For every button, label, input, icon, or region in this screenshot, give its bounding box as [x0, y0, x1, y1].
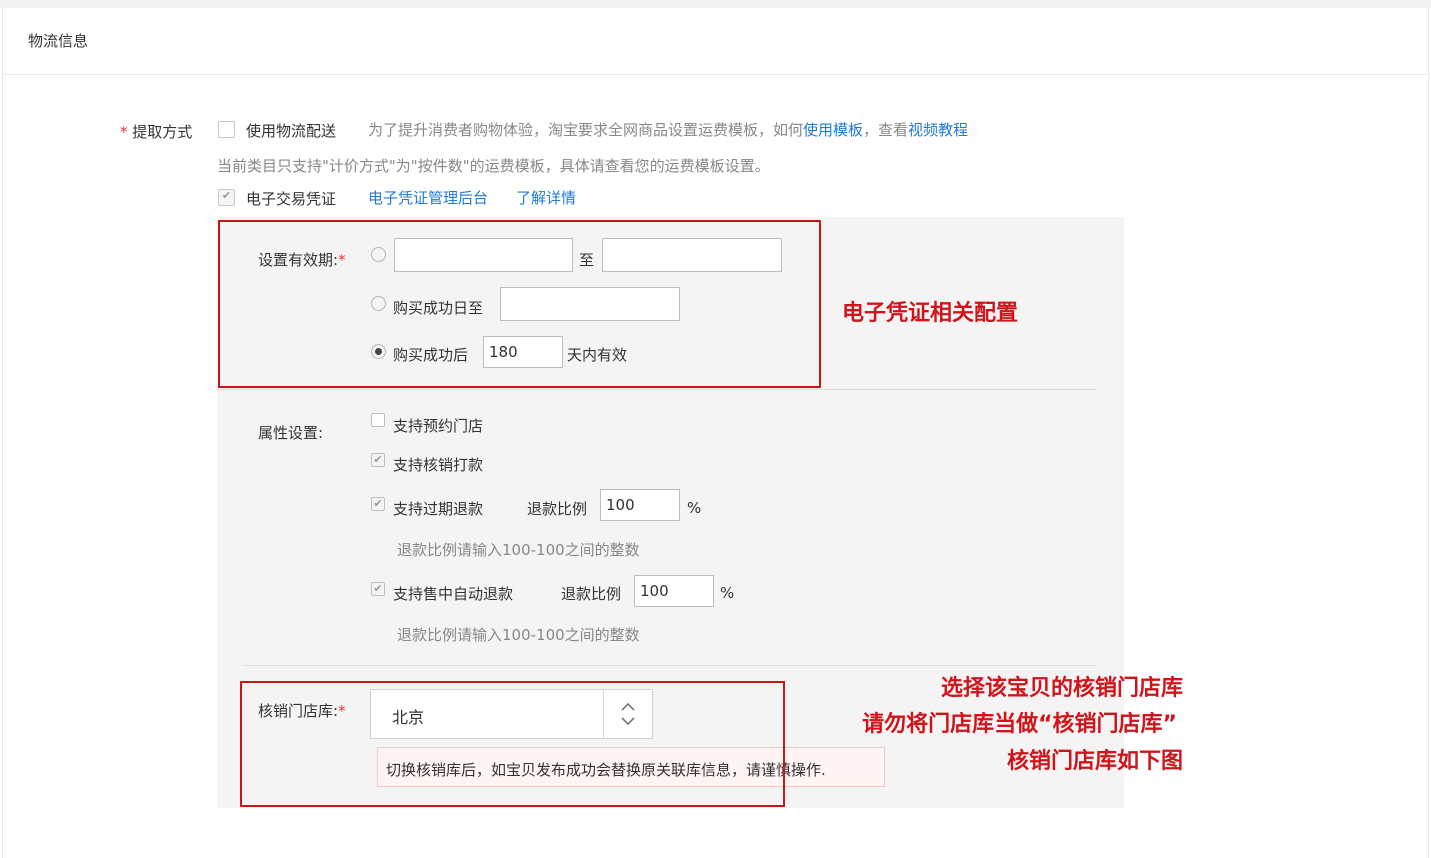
panel-divider	[217, 389, 1097, 390]
annotation-line3: 核销门店库如下图	[1006, 749, 1183, 774]
annotation-line2: 请勿将门店库当做“核销门店库”	[862, 712, 1177, 737]
check-icon: ✔	[373, 582, 383, 595]
expired-refund-checkbox[interactable]: ✔	[371, 497, 385, 511]
annotation-line1: 选择该宝贝的核销门店库	[940, 676, 1183, 701]
expired-refund-ratio-input[interactable]	[600, 489, 680, 521]
auto-refund-label: 支持售中自动退款	[393, 585, 514, 603]
auto-refund-ratio-input[interactable]	[634, 575, 714, 607]
auto-refund-hint: 退款比例请输入100-100之间的整数	[397, 626, 640, 644]
check-icon: ✔	[373, 497, 383, 510]
logistics-hint: 为了提升消费者购物体验，淘宝要求全网商品设置运费模板，如何使用模板，查看视频教程	[368, 119, 968, 140]
pickup-label-wrap: * 提取方式	[120, 121, 192, 142]
expired-refund-ratio-label: 退款比例	[527, 500, 588, 518]
evoucher-label[interactable]: 电子交易凭证	[246, 188, 336, 209]
hint-middle: ，查看	[863, 121, 909, 139]
verify-pay-checkbox[interactable]: ✔	[371, 453, 385, 467]
evoucher-checkbox[interactable]: ✔	[218, 189, 235, 206]
hint-prefix: 为了提升消费者购物体验，淘宝要求全网商品设置运费模板，如何	[368, 121, 804, 139]
template-note: 当前类目只支持"计价方式"为"按件数"的运费模板，具体请查看您的运费模板设置。	[217, 157, 770, 175]
video-tutorial-link[interactable]: 视频教程	[908, 121, 968, 139]
panel-divider	[243, 665, 1097, 666]
auto-refund-ratio-label: 退款比例	[561, 585, 622, 603]
evoucher-admin-link[interactable]: 电子凭证管理后台	[368, 187, 488, 208]
pickup-label: 提取方式	[132, 123, 193, 141]
expired-refund-label: 支持过期退款	[393, 500, 484, 518]
check-icon: ✔	[373, 453, 383, 466]
expired-refund-hint: 退款比例请输入100-100之间的整数	[397, 541, 640, 559]
section-title: 物流信息	[28, 32, 89, 50]
reserve-store-label: 支持预约门店	[393, 417, 484, 435]
check-icon: ✔	[221, 189, 232, 202]
expired-refund-unit: %	[687, 499, 702, 517]
verify-pay-label: 支持核销打款	[393, 456, 484, 474]
auto-refund-checkbox[interactable]: ✔	[371, 582, 385, 596]
use-template-link[interactable]: 使用模板	[803, 121, 863, 139]
required-star: *	[120, 123, 128, 141]
annotation-box-validity	[218, 220, 821, 388]
logistics-checkbox[interactable]	[218, 121, 235, 138]
top-bar	[0, 0, 1431, 8]
header-divider	[2, 74, 1429, 75]
annotation-box-store-library	[240, 681, 785, 807]
logistics-checkbox-label[interactable]: 使用物流配送	[246, 120, 336, 141]
reserve-store-checkbox[interactable]	[371, 413, 385, 427]
evoucher-detail-link[interactable]: 了解详情	[516, 187, 576, 208]
auto-refund-unit: %	[720, 584, 735, 602]
annotation-evoucher-config: 电子凭证相关配置	[842, 301, 1019, 326]
attributes-label: 属性设置:	[258, 424, 324, 442]
